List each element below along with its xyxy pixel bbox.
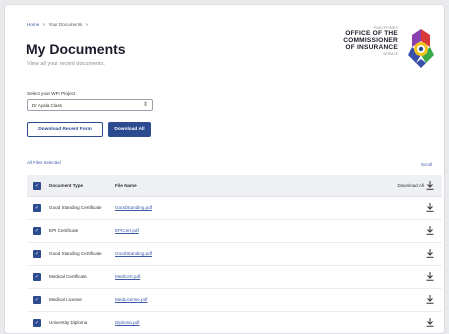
breadcrumb: Home > Your Documents > [27, 22, 90, 27]
row-checkbox[interactable]: ✓ [33, 319, 41, 327]
breadcrumb-trailing-separator: > [85, 22, 89, 27]
table-row: ✓ Good Standing Certificate GoodStanding… [27, 243, 442, 266]
page-subtitle: View all your recent documents. [27, 61, 105, 67]
file-name-link[interactable]: Diploma.pdf [115, 320, 140, 325]
document-type: Good Standing Certificate [49, 205, 102, 210]
table-row: ✓ Good Standing Certificate GoodStanding… [27, 197, 442, 220]
table-header: ✓ Document Type File Name Download All [27, 175, 442, 197]
row-checkbox[interactable]: ✓ [33, 250, 41, 258]
download-icon[interactable] [426, 318, 434, 327]
org-logo-text: PHILIPPINES OFFICE OF THE COMMISSIONER O… [343, 26, 398, 56]
file-name-link[interactable]: EPICert.pdf [115, 228, 139, 233]
table-row: ✓ EPI Certificate EPICert.pdf [27, 220, 442, 243]
files-selected-link[interactable]: All Files Selected [27, 160, 61, 165]
row-checkbox[interactable]: ✓ [33, 296, 41, 304]
download-icon[interactable] [426, 295, 434, 304]
select-arrows-icon: ⇕ [142, 102, 148, 108]
breadcrumb-home[interactable]: Home [27, 22, 39, 27]
file-name-link[interactable]: GoodStanding.pdf [115, 205, 152, 210]
project-select-value: Dr Ayala Class [32, 102, 63, 108]
project-select[interactable]: Dr Ayala Class ⇕ [27, 99, 153, 111]
document-type: Medical Certificate [49, 274, 87, 279]
document-type: University Diploma [49, 320, 88, 325]
select-all-checkbox[interactable]: ✓ [33, 182, 41, 190]
document-type: Good Standing Certificate [49, 251, 102, 256]
table-row: ✓ University Diploma Diploma.pdf [27, 312, 442, 333]
header-download-all: Download All [397, 183, 424, 188]
project-select-label: Select your WFI Project [27, 91, 76, 96]
file-name-link[interactable]: MedLicense.pdf [115, 297, 147, 302]
table-row: ✓ Medical License MedLicense.pdf [27, 289, 442, 312]
document-type: EPI Certificate [49, 228, 79, 233]
download-icon[interactable] [426, 249, 434, 258]
row-checkbox[interactable]: ✓ [33, 204, 41, 212]
header-file-name: File Name [115, 183, 137, 188]
row-checkbox[interactable]: ✓ [33, 273, 41, 281]
header-document-type: Document Type [49, 183, 84, 188]
table-row: ✓ Medical Certificate MedCert.pdf [27, 266, 442, 289]
breadcrumb-separator: > [42, 22, 46, 27]
file-name-link[interactable]: GoodStanding.pdf [115, 251, 152, 256]
document-type: Medical License [49, 297, 82, 302]
breadcrumb-current: Your Documents [48, 22, 83, 27]
download-all-icon[interactable] [426, 181, 434, 190]
download-icon[interactable] [426, 272, 434, 281]
download-icon[interactable] [426, 203, 434, 212]
download-recent-form-button[interactable]: Download Recent Form [27, 122, 103, 137]
scroll-link[interactable]: Scroll [421, 162, 432, 167]
org-emblem-icon [408, 29, 434, 68]
org-service: SERVICE [383, 51, 398, 56]
documents-table: ✓ Document Type File Name Download All ✓… [27, 175, 442, 333]
download-all-button[interactable]: Download All [108, 122, 151, 137]
documents-card: Home > Your Documents > My Documents Vie… [4, 4, 445, 334]
download-icon[interactable] [426, 226, 434, 235]
file-name-link[interactable]: MedCert.pdf [115, 274, 140, 279]
org-line-3: OF INSURANCE [345, 43, 398, 51]
page-title: My Documents [26, 41, 126, 57]
row-checkbox[interactable]: ✓ [33, 227, 41, 235]
